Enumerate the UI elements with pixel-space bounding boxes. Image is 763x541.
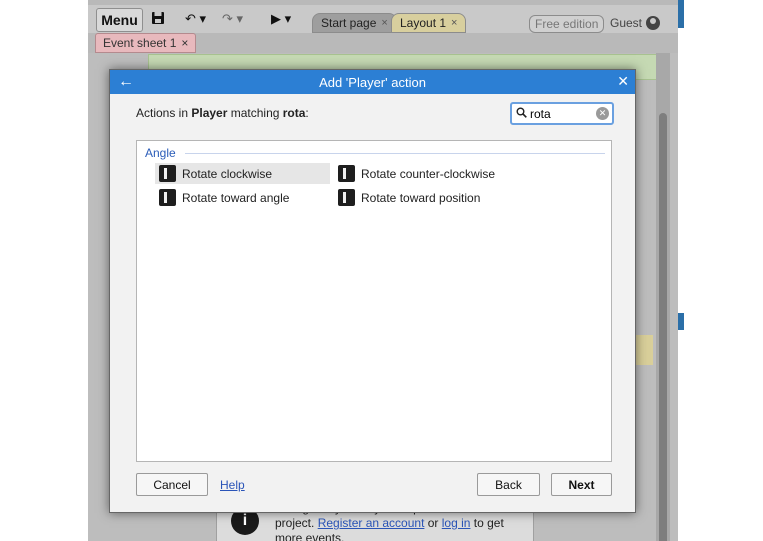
- dialog-title-bar: ← Add 'Player' action ✕: [110, 70, 635, 94]
- action-label: Rotate toward position: [361, 190, 481, 205]
- action-icon: [338, 189, 355, 206]
- help-link[interactable]: Help: [220, 478, 245, 492]
- next-button[interactable]: Next: [551, 473, 612, 496]
- main-toolbar: Menu ↶ ▾ ↷ ▾ ▶ ▾ Start page × Layout 1 ×…: [88, 5, 678, 33]
- action-icon: [338, 165, 355, 182]
- tab-label: Layout 1: [400, 16, 447, 30]
- action-rotate-toward-angle[interactable]: Rotate toward angle: [155, 187, 330, 208]
- category-label: Angle: [145, 146, 176, 160]
- close-icon[interactable]: ✕: [617, 73, 629, 90]
- register-link[interactable]: Register an account: [318, 516, 425, 530]
- clear-search-icon[interactable]: ✕: [596, 107, 609, 120]
- search-field[interactable]: ✕: [510, 102, 614, 125]
- dialog-heading: Actions in Player matching rota:: [136, 106, 309, 120]
- action-rotate-clockwise[interactable]: Rotate clockwise: [155, 163, 330, 184]
- close-icon[interactable]: ×: [381, 17, 387, 29]
- heading-text: Actions in: [136, 106, 192, 120]
- login-link[interactable]: log in: [442, 516, 471, 530]
- notice-line: project. Register an account or log in t…: [275, 516, 525, 531]
- scrollbar-thumb[interactable]: [659, 113, 667, 541]
- menu-button[interactable]: Menu: [96, 8, 143, 32]
- category-divider: [185, 153, 605, 154]
- tab-label: Event sheet 1: [103, 36, 177, 50]
- heading-text: matching: [227, 106, 283, 120]
- search-term: rota: [282, 106, 306, 120]
- tab-event-sheet-1[interactable]: Event sheet 1 ×: [95, 33, 197, 53]
- dialog-title: Add 'Player' action: [319, 74, 426, 90]
- close-icon[interactable]: ×: [451, 17, 457, 29]
- user-label: Guest: [610, 16, 643, 30]
- back-arrow-icon[interactable]: ←: [118, 73, 134, 91]
- vertical-scrollbar[interactable]: [656, 53, 670, 541]
- add-action-dialog: ← Add 'Player' action ✕ Actions in Playe…: [109, 69, 636, 513]
- redo-icon[interactable]: ↷ ▾: [222, 11, 243, 27]
- heading-text: :: [305, 106, 309, 120]
- action-label: Rotate counter-clockwise: [361, 166, 496, 181]
- notice-text: or: [424, 516, 442, 530]
- back-button[interactable]: Back: [477, 473, 540, 496]
- tab-start-page[interactable]: Start page ×: [312, 13, 397, 33]
- notice-text: project.: [275, 516, 318, 530]
- object-name: Player: [191, 106, 228, 120]
- action-rotate-toward-position[interactable]: Rotate toward position: [334, 187, 514, 208]
- play-icon[interactable]: ▶ ▾: [271, 11, 291, 27]
- action-label: Rotate toward angle: [182, 190, 290, 205]
- close-icon[interactable]: ×: [181, 36, 188, 50]
- notice-text: to get: [470, 516, 504, 530]
- edition-badge[interactable]: Free edition: [529, 15, 605, 33]
- user-menu[interactable]: Guest: [610, 16, 661, 30]
- tab-layout-1[interactable]: Layout 1 ×: [391, 13, 467, 33]
- undo-icon[interactable]: ↶ ▾: [185, 11, 206, 27]
- save-icon[interactable]: [151, 11, 165, 28]
- action-label: Rotate clockwise: [182, 166, 273, 181]
- notice-line: more events.: [275, 531, 345, 541]
- user-avatar-icon: [646, 16, 661, 30]
- cancel-button[interactable]: Cancel: [136, 473, 208, 496]
- action-icon: [159, 189, 176, 206]
- search-icon: [516, 107, 527, 121]
- search-input[interactable]: [530, 106, 596, 121]
- actions-list: Angle Rotate clockwise Rotate counter-cl…: [136, 140, 612, 462]
- right-edge-strip: [678, 0, 684, 541]
- action-icon: [159, 165, 176, 182]
- action-rotate-counter-clockwise[interactable]: Rotate counter-clockwise: [334, 163, 514, 184]
- tab-label: Start page: [321, 16, 377, 30]
